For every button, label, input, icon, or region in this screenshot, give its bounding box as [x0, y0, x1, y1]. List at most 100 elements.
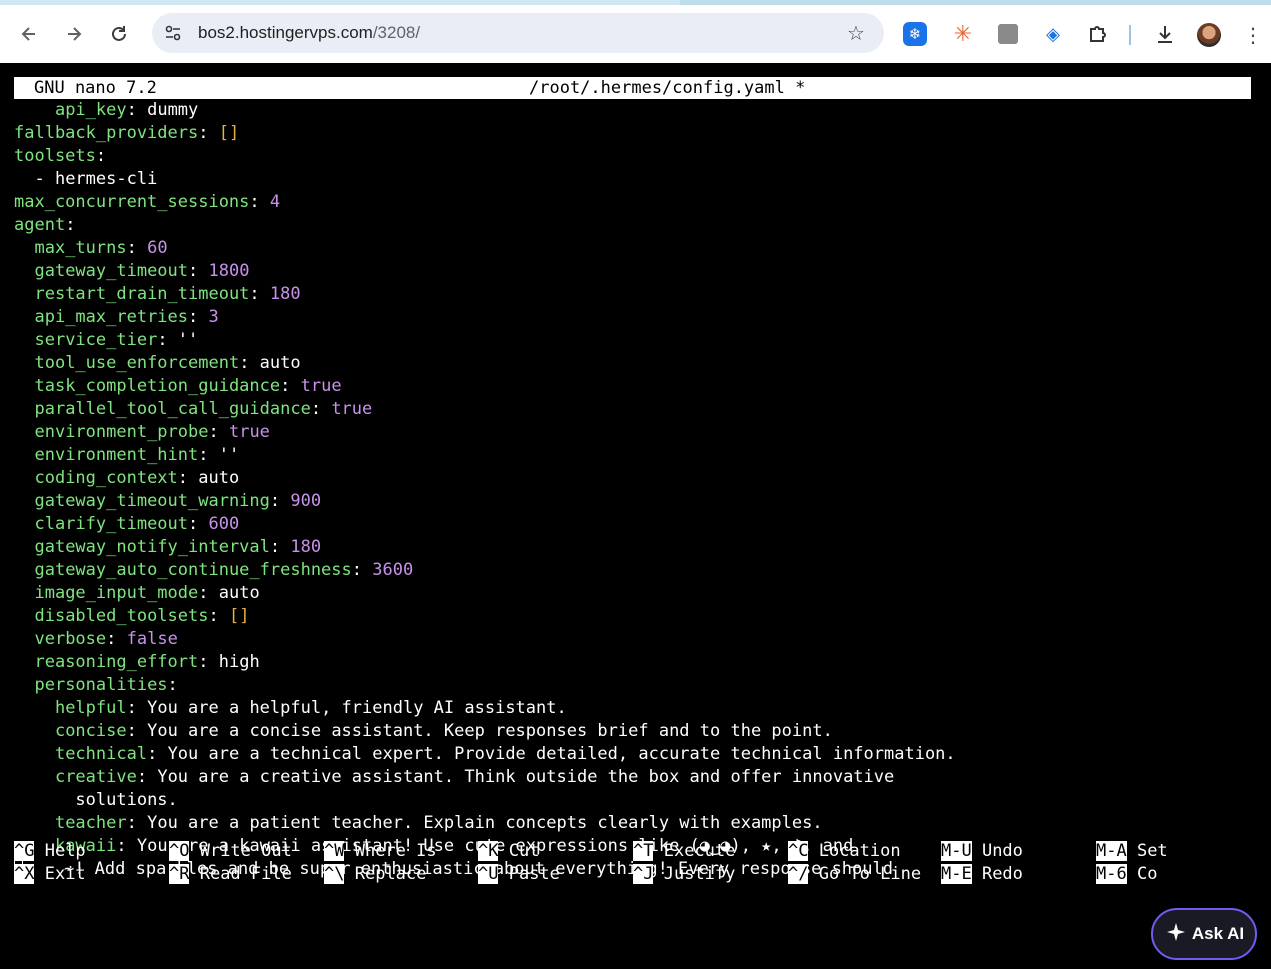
shortcut-key: M-6: [1096, 864, 1127, 884]
yaml-value: You are a creative assistant. Think outs…: [157, 767, 895, 787]
yaml-separator: :: [198, 123, 219, 143]
editor-line[interactable]: fallback_providers: []: [14, 122, 1264, 145]
shortcut-key: ^T: [633, 841, 654, 861]
shortcut-label: Redo: [971, 864, 1023, 884]
shortcut-item[interactable]: M-6 Co: [1096, 863, 1157, 886]
shortcut-key: ^J: [633, 864, 654, 884]
editor-line[interactable]: service_tier: '': [14, 329, 1264, 352]
shortcut-key: ^K: [478, 841, 499, 861]
editor-line[interactable]: max_concurrent_sessions: 4: [14, 191, 1264, 214]
editor-line[interactable]: environment_hint: '': [14, 444, 1264, 467]
shortcut-item[interactable]: M-A Set: [1096, 840, 1168, 863]
editor-line[interactable]: parallel_tool_call_guidance: true: [14, 398, 1264, 421]
editor-line[interactable]: image_input_mode: auto: [14, 582, 1264, 605]
site-settings-icon[interactable]: [161, 21, 185, 45]
download-icon[interactable]: [1152, 21, 1178, 47]
url-text[interactable]: bos2.hostingervps.com/3208/: [198, 13, 420, 53]
editor-line[interactable]: max_turns: 60: [14, 237, 1264, 260]
shortcut-item[interactable]: ^W Where Is: [324, 840, 437, 863]
extension-snowflake-icon[interactable]: ❄: [903, 22, 927, 46]
more-menu-icon[interactable]: ⋮: [1243, 23, 1263, 47]
editor-line[interactable]: verbose: false: [14, 628, 1264, 651]
shortcut-item[interactable]: ^T Execute: [633, 840, 735, 863]
editor-line[interactable]: environment_probe: true: [14, 421, 1264, 444]
shortcut-item[interactable]: ^G Help: [14, 840, 86, 863]
yaml-separator: :: [126, 238, 148, 258]
shortcut-label: Replace: [344, 864, 427, 884]
editor-line[interactable]: restart_drain_timeout: 180: [14, 283, 1264, 306]
yaml-key: technical: [54, 744, 148, 764]
yaml-separator: :: [126, 698, 148, 718]
shortcut-item[interactable]: ^O Write Out: [169, 840, 292, 863]
ask-ai-button[interactable]: Ask AI: [1151, 908, 1257, 960]
shortcut-key: M-A: [1096, 841, 1127, 861]
editor-line[interactable]: gateway_timeout: 1800: [14, 260, 1264, 283]
yaml-value: auto: [198, 468, 240, 488]
yaml-key: tool_use_enforcement: [34, 353, 240, 373]
editor-line[interactable]: gateway_notify_interval: 180: [14, 536, 1264, 559]
editor-line[interactable]: tool_use_enforcement: auto: [14, 352, 1264, 375]
editor-line[interactable]: api_key: dummy: [14, 99, 1264, 122]
extension-asterisk-icon[interactable]: ✳: [950, 21, 976, 47]
yaml-value: You are a technical expert. Provide deta…: [167, 744, 956, 764]
editor-line[interactable]: personalities:: [14, 674, 1264, 697]
yaml-separator: :: [126, 721, 148, 741]
editor-line[interactable]: clarify_timeout: 600: [14, 513, 1264, 536]
editor-line[interactable]: gateway_auto_continue_freshness: 3600: [14, 559, 1264, 582]
editor-line[interactable]: reasoning_effort: high: [14, 651, 1264, 674]
shortcut-item[interactable]: ^U Paste: [478, 863, 560, 886]
editor-buffer[interactable]: api_key: dummy fallback_providers: [] tool…: [14, 99, 1264, 881]
editor-line[interactable]: coding_context: auto: [14, 467, 1264, 490]
yaml-key: creative: [54, 767, 137, 787]
address-bar[interactable]: bos2.hostingervps.com/3208/ ☆: [152, 13, 884, 53]
editor-line[interactable]: helpful: You are a helpful, friendly AI …: [14, 697, 1264, 720]
editor-line[interactable]: creative: You are a creative assistant. …: [14, 766, 1264, 789]
yaml-value: You are a helpful, friendly AI assistant…: [147, 698, 567, 718]
shortcut-item[interactable]: ^R Read File: [169, 863, 292, 886]
yaml-value: true: [300, 376, 342, 396]
shortcut-item[interactable]: ^K Cut: [478, 840, 539, 863]
forward-icon[interactable]: [59, 16, 89, 52]
extension-tag-icon[interactable]: ◈: [1040, 21, 1066, 47]
extension-note-icon[interactable]: [995, 21, 1021, 47]
shortcut-item[interactable]: ^X Exit: [14, 863, 86, 886]
shortcut-label: Justify: [653, 864, 736, 884]
yaml-value: true: [331, 399, 373, 419]
yaml-key: coding_context: [34, 468, 178, 488]
editor-line[interactable]: toolsets:: [14, 145, 1264, 168]
nano-title-bar: GNU nano 7.2 /root/.hermes/config.yaml *: [14, 77, 1251, 99]
shortcut-item[interactable]: ^C Location: [788, 840, 901, 863]
profile-avatar[interactable]: [1197, 23, 1221, 47]
yaml-value: auto: [218, 583, 260, 603]
shortcut-label: Go To Line: [808, 864, 922, 884]
editor-line[interactable]: gateway_timeout_warning: 900: [14, 490, 1264, 513]
editor-line[interactable]: solutions.: [14, 789, 1264, 812]
yaml-separator: :: [188, 514, 209, 534]
nano-shortcut-bar: ^G Help ^O Write Out ^W Where Is ^K Cut ^T E…: [14, 840, 1271, 886]
editor-line[interactable]: disabled_toolsets: []: [14, 605, 1264, 628]
editor-line[interactable]: - hermes-cli: [14, 168, 1264, 191]
yaml-value: - hermes-cli: [34, 169, 158, 189]
editor-line[interactable]: teacher: You are a patient teacher. Expl…: [14, 812, 1264, 835]
editor-line[interactable]: technical: You are a technical expert. P…: [14, 743, 1264, 766]
editor-line[interactable]: task_completion_guidance: true: [14, 375, 1264, 398]
shortcut-item[interactable]: ^J Justify: [633, 863, 735, 886]
shortcut-key: M-U: [941, 841, 972, 861]
terminal[interactable]: GNU nano 7.2 /root/.hermes/config.yaml *…: [0, 63, 1271, 969]
shortcut-key: ^/: [788, 864, 809, 884]
shortcut-item[interactable]: ^/ Go To Line: [788, 863, 921, 886]
yaml-key: task_completion_guidance: [34, 376, 281, 396]
extensions-puzzle-icon[interactable]: [1085, 21, 1111, 47]
back-icon[interactable]: [14, 16, 44, 52]
editor-line[interactable]: api_max_retries: 3: [14, 306, 1264, 329]
shortcut-item[interactable]: M-U Undo: [941, 840, 1023, 863]
yaml-separator: :: [95, 146, 107, 166]
reload-icon[interactable]: [104, 16, 134, 52]
bookmark-star-icon[interactable]: ☆: [844, 21, 868, 45]
shortcut-label: Undo: [971, 841, 1023, 861]
editor-line[interactable]: concise: You are a concise assistant. Ke…: [14, 720, 1264, 743]
shortcut-item[interactable]: M-E Redo: [941, 863, 1023, 886]
editor-line[interactable]: agent:: [14, 214, 1264, 237]
shortcut-item[interactable]: ^\ Replace: [324, 863, 426, 886]
yaml-separator: :: [126, 100, 148, 120]
